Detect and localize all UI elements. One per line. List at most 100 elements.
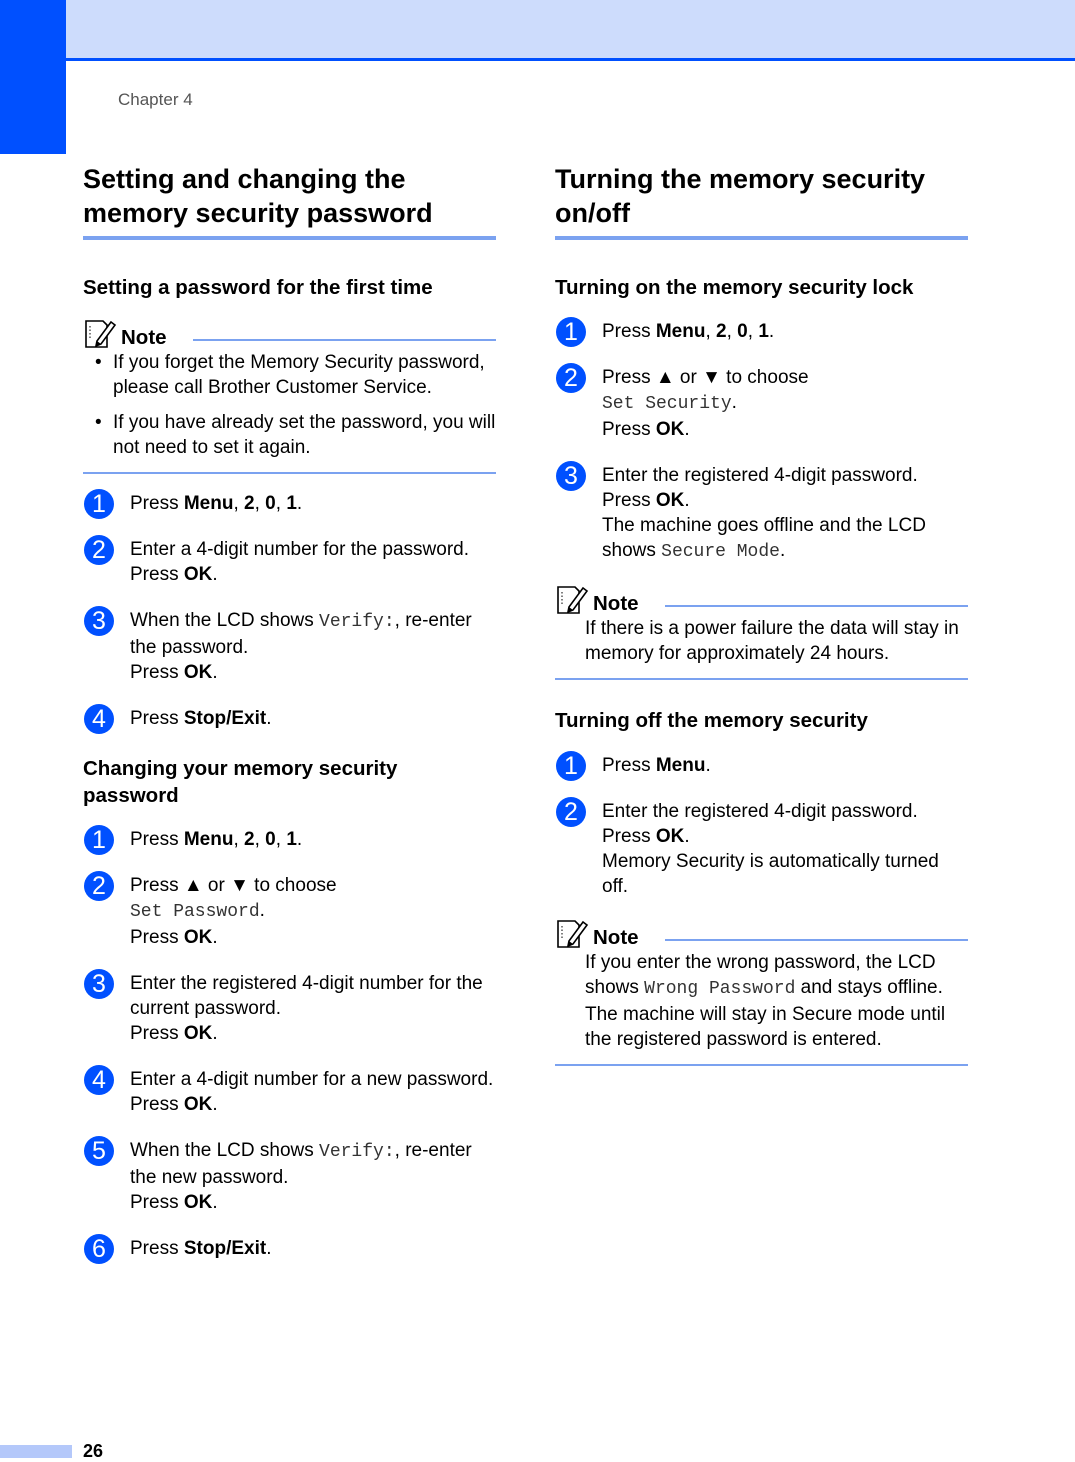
- note-header: Note: [83, 316, 496, 350]
- note-box: Note • If you forget the Memory Security …: [83, 316, 496, 474]
- note-pencil-icon: [557, 920, 589, 948]
- key-name: OK: [183, 662, 213, 683]
- key-name: Menu: [655, 321, 706, 342]
- steps-turning-off: 1 Press Menu. 2 Enter the registered 4-digi…: [555, 751, 968, 899]
- step-text: Enter the registered 4-digit number for …: [130, 973, 483, 1044]
- key-name: 1: [758, 321, 769, 342]
- step-number-icon: 5: [84, 1136, 114, 1166]
- note-header: Note: [555, 582, 968, 616]
- right-column: Turning the memory security on/off Turni…: [555, 162, 968, 1066]
- step-text: Enter a 4-digit number for a new passwor…: [130, 1069, 494, 1115]
- key-name: 2: [716, 321, 727, 342]
- left-column: Setting and changing the memory security…: [83, 162, 496, 1282]
- note-bullet-text: If you forget the Memory Security passwo…: [113, 352, 485, 398]
- subheading-turning-off: Turning off the memory security: [555, 709, 868, 732]
- step-text: Press ▲ or ▼ to choose Set Password. Press…: [130, 875, 337, 948]
- step-number-icon: 3: [84, 606, 114, 636]
- step-text: When the LCD shows Verify:, re-enter the…: [130, 610, 472, 683]
- note-rule: [664, 939, 968, 941]
- step-item: 3 Enter the registered 4-digit number for…: [83, 969, 496, 1046]
- lcd-text: Set Password: [130, 902, 260, 922]
- lcd-text: Set Security: [602, 394, 732, 414]
- subheading-turning-on: Turning on the memory security lock: [555, 276, 914, 299]
- key-name: Menu: [183, 493, 234, 514]
- note-rule: [192, 339, 496, 341]
- step-number-icon: 3: [84, 969, 114, 999]
- step-item: 4 Enter a 4-digit number for a new passwo…: [83, 1065, 496, 1117]
- footer-bar: [0, 1445, 72, 1458]
- key-name: OK: [183, 927, 213, 948]
- header-band: [66, 0, 1075, 58]
- lcd-text: Secure Mode: [661, 542, 780, 562]
- step-text: Press Stop/Exit.: [130, 708, 272, 729]
- note-body: • If you forget the Memory Security passw…: [83, 350, 496, 474]
- step-number-icon: 4: [84, 704, 114, 734]
- step-number-icon: 4: [84, 1065, 114, 1095]
- step-item: 1 Press Menu, 2, 0, 1.: [83, 825, 496, 855]
- section-title-on-off: Turning the memory security on/off: [555, 162, 968, 240]
- steps-changing: 1 Press Menu, 2, 0, 1. 2 Press ▲ or ▼ to ch…: [83, 825, 496, 1264]
- section-title-password: Setting and changing the memory security…: [83, 162, 496, 240]
- key-name: OK: [183, 1023, 213, 1044]
- key-name: OK: [655, 419, 685, 440]
- note-box: Note If there is a power failure the dat…: [555, 582, 968, 680]
- step-number-icon: 1: [84, 489, 114, 519]
- steps-first-time: 1 Press Menu, 2, 0, 1. 2 Enter a 4-digit nu…: [83, 489, 496, 734]
- subheading-changing: Changing your memory security password: [83, 757, 398, 807]
- step-item: 2 Enter a 4-digit number for the password…: [83, 535, 496, 587]
- note-body: If you enter the wrong password, the LCD…: [555, 950, 968, 1066]
- key-name: OK: [183, 1094, 213, 1115]
- key-name: OK: [183, 1192, 213, 1213]
- step-item: 1 Press Menu, 2, 0, 1.: [555, 317, 968, 347]
- step-text: Press Menu, 2, 0, 1.: [130, 493, 303, 514]
- key-name: 1: [286, 829, 297, 850]
- step-item: 6 Press Stop/Exit.: [83, 1234, 496, 1264]
- step-text: Enter a 4-digit number for the password.…: [130, 539, 470, 585]
- step-item: 3 Enter the registered 4-digit password. P…: [555, 461, 968, 565]
- key-name: Menu: [183, 829, 234, 850]
- step-item: 2 Enter the registered 4-digit password. P…: [555, 797, 968, 899]
- step-number-icon: 2: [84, 535, 114, 565]
- note-pencil-icon: [557, 586, 589, 614]
- lcd-text: Verify:: [319, 1142, 395, 1162]
- header-rule: [66, 58, 1075, 61]
- step-number-icon: 2: [556, 797, 586, 827]
- step-text: Press Menu, 2, 0, 1.: [130, 829, 303, 850]
- step-number-icon: 6: [84, 1234, 114, 1264]
- step-text: Press Menu, 2, 0, 1.: [602, 321, 775, 342]
- key-name: Stop/Exit: [183, 708, 267, 729]
- note-bullet-text: If you have already set the password, yo…: [113, 412, 496, 458]
- step-item: 5 When the LCD shows Verify:, re-enter th…: [83, 1136, 496, 1215]
- chapter-side-tab: [0, 0, 66, 154]
- step-item: 1 Press Menu.: [555, 751, 968, 781]
- step-number-icon: 1: [556, 317, 586, 347]
- key-name: 2: [244, 493, 255, 514]
- step-text: Enter the registered 4-digit password. Pr…: [602, 465, 926, 562]
- key-name: 0: [265, 829, 276, 850]
- note-rule: [664, 605, 968, 607]
- step-item: 4 Press Stop/Exit.: [83, 704, 496, 734]
- key-name: OK: [183, 564, 213, 585]
- key-name: Stop/Exit: [183, 1238, 267, 1259]
- step-item: 2 Press ▲ or ▼ to choose Set Security. Pres…: [555, 363, 968, 442]
- step-number-icon: 2: [556, 363, 586, 393]
- step-item: 2 Press ▲ or ▼ to choose Set Password. Pres…: [83, 871, 496, 950]
- note-box: Note If you enter the wrong password, th…: [555, 916, 968, 1066]
- step-number-icon: 1: [556, 751, 586, 781]
- step-item: 3 When the LCD shows Verify:, re-enter th…: [83, 606, 496, 685]
- key-name: 1: [286, 493, 297, 514]
- key-name: Menu: [655, 755, 706, 776]
- step-number-icon: 2: [84, 871, 114, 901]
- step-number-icon: 3: [556, 461, 586, 491]
- note-bullet: • If you have already set the password, y…: [95, 412, 496, 458]
- key-name: OK: [655, 490, 685, 511]
- lcd-text: Wrong Password: [644, 979, 796, 999]
- note-header: Note: [555, 916, 968, 950]
- step-text: Press Stop/Exit.: [130, 1238, 272, 1259]
- step-text: When the LCD shows Verify:, re-enter the…: [130, 1140, 472, 1213]
- step-text: Enter the registered 4-digit password. Pr…: [602, 801, 939, 897]
- note-body: If there is a power failure the data wil…: [555, 616, 968, 680]
- key-name: 0: [737, 321, 748, 342]
- note-label: Note: [121, 326, 167, 349]
- steps-turning-on: 1 Press Menu, 2, 0, 1. 2 Press ▲ or ▼ to ch…: [555, 317, 968, 565]
